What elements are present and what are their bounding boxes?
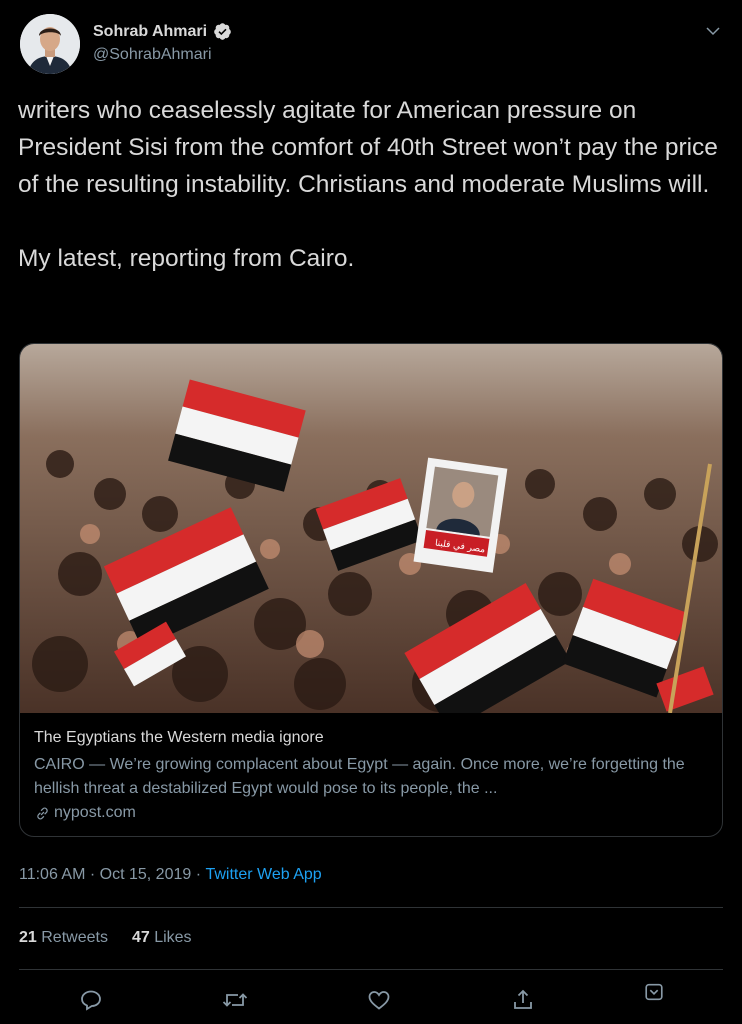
reply-button[interactable] <box>75 984 107 1016</box>
display-name-text[interactable]: Sohrab Ahmari <box>93 23 207 41</box>
card-domain-text[interactable]: nypost.com <box>54 804 136 822</box>
bookmark-icon <box>645 983 663 1001</box>
link-card[interactable]: ﻣﺼﺮ ﻓﻲ ﻗﻠﺒﻨﺎ The Egyptians the Western m… <box>19 343 723 837</box>
reply-icon <box>81 990 101 1011</box>
verified-badge-icon <box>214 23 231 40</box>
likes-count: 47 <box>131 929 150 946</box>
meta-separator: · <box>85 866 100 883</box>
action-bar <box>0 983 742 1016</box>
likes-stat[interactable]: 47 Likes <box>132 929 192 947</box>
avatar[interactable] <box>20 14 80 74</box>
chevron-down-icon[interactable] <box>704 22 722 40</box>
retweet-button[interactable] <box>219 984 251 1016</box>
tweet-meta: 11:06 AM · Oct 15, 2019 · Twitter Web Ap… <box>19 866 322 884</box>
tweet-date[interactable]: Oct 15, 2019 <box>100 866 192 884</box>
retweet-icon <box>222 993 248 1007</box>
divider <box>19 907 723 908</box>
author-handle[interactable]: @SohrabAhmari <box>93 46 232 64</box>
link-icon <box>37 807 48 819</box>
heart-icon <box>368 991 390 1010</box>
retweets-stat[interactable]: 21 Retweets <box>19 929 108 947</box>
card-title[interactable]: The Egyptians the Western media ignore <box>34 729 710 747</box>
retweets-label: Retweets <box>41 929 108 946</box>
bookmark-button[interactable] <box>638 976 670 1008</box>
tweet-text: writers who ceaselessly agitate for Amer… <box>18 97 718 272</box>
engagement-stats: 21 Retweets 47 Likes <box>19 929 192 947</box>
share-button[interactable] <box>507 984 539 1016</box>
likes-label: Likes <box>154 929 192 946</box>
tweet-header: Sohrab Ahmari @SohrabAhmari <box>20 14 722 76</box>
retweets-count: 21 <box>19 929 37 946</box>
meta-separator-2: · <box>191 866 206 883</box>
divider <box>19 969 723 970</box>
author-name[interactable]: Sohrab Ahmari <box>93 22 232 41</box>
share-icon <box>514 989 532 1009</box>
tweet-time[interactable]: 11:06 AM <box>19 866 85 884</box>
crowd-photo[interactable]: ﻣﺼﺮ ﻓﻲ ﻗﻠﺒﻨﺎ <box>20 344 723 713</box>
card-description: CAIRO — We’re growing complacent about E… <box>34 756 685 797</box>
card-domain[interactable]: nypost.com <box>34 804 710 822</box>
source-app[interactable]: Twitter Web App <box>205 866 321 884</box>
like-button[interactable] <box>363 984 395 1016</box>
